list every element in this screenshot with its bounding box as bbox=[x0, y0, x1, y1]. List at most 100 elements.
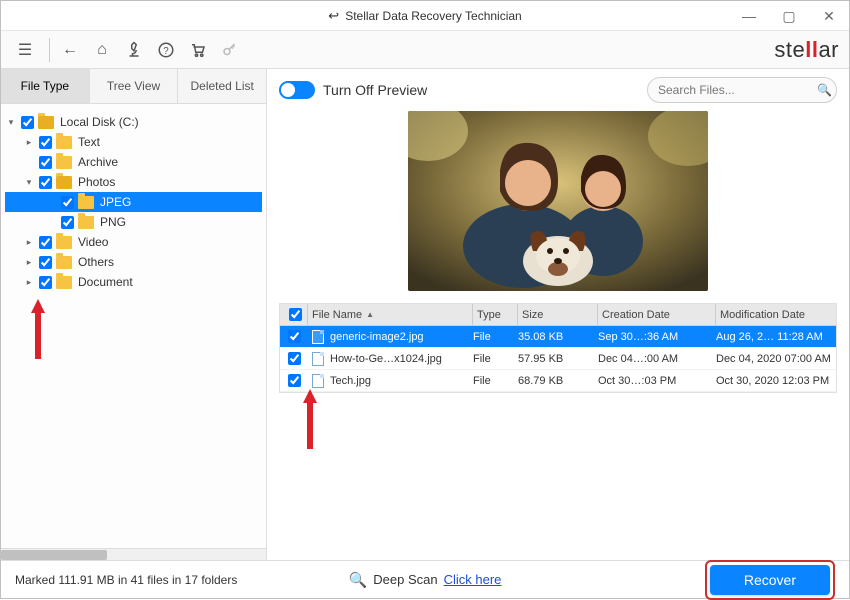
horizontal-scrollbar[interactable] bbox=[1, 548, 266, 560]
footer: Marked 111.91 MB in 41 files in 17 folde… bbox=[1, 560, 849, 598]
tree-item-jpeg[interactable]: JPEG bbox=[5, 192, 262, 212]
tree-checkbox[interactable] bbox=[61, 216, 74, 229]
app-title: ↩Stellar Data Recovery Technician bbox=[328, 8, 521, 24]
file-checkbox[interactable] bbox=[288, 352, 301, 365]
expand-icon[interactable]: ▸ bbox=[23, 257, 35, 268]
search-field[interactable]: 🔍 bbox=[647, 77, 837, 103]
tree-item-png[interactable]: PNG bbox=[5, 212, 262, 232]
tree-item-photos[interactable]: ▾Photos bbox=[5, 172, 262, 192]
tree-label: Video bbox=[78, 235, 108, 249]
tree-label: Others bbox=[78, 255, 114, 269]
minimize-button[interactable]: — bbox=[729, 1, 769, 31]
header-modification-date[interactable]: Modification Date bbox=[716, 304, 836, 325]
folder-icon bbox=[56, 276, 72, 289]
tree-label: Archive bbox=[78, 155, 118, 169]
tree-item-document[interactable]: ▸ Document bbox=[5, 272, 262, 292]
folder-icon bbox=[56, 136, 72, 149]
separator bbox=[49, 38, 50, 62]
preview-pane bbox=[279, 111, 837, 291]
file-name: generic-image2.jpg bbox=[330, 331, 424, 343]
tree-checkbox[interactable] bbox=[39, 236, 52, 249]
expand-icon[interactable]: ▾ bbox=[5, 117, 17, 128]
file-row[interactable]: generic-image2.jpg File35.08 KBSep 30…:36… bbox=[280, 326, 836, 348]
back-button[interactable]: ← bbox=[56, 36, 84, 64]
file-size: 57.95 KB bbox=[518, 353, 598, 365]
right-panel: Turn Off Preview 🔍 bbox=[267, 69, 849, 560]
tree-checkbox[interactable] bbox=[21, 116, 34, 129]
file-size: 68.79 KB bbox=[518, 375, 598, 387]
folder-icon bbox=[56, 176, 72, 189]
left-tabs: File Type Tree View Deleted List bbox=[1, 69, 266, 104]
toolbar: ☰ ← ⌂ ? stellar bbox=[1, 31, 849, 69]
file-checkbox[interactable] bbox=[288, 330, 301, 343]
brand-logo: stellar bbox=[774, 37, 839, 63]
header-name[interactable]: File Name▲ bbox=[308, 304, 473, 325]
preview-toggle[interactable] bbox=[279, 81, 315, 99]
file-creation-date: Oct 30…:03 PM bbox=[598, 375, 716, 387]
deep-scan-label: Deep Scan bbox=[373, 572, 437, 587]
close-button[interactable]: ✕ bbox=[809, 1, 849, 31]
tree-item-others[interactable]: ▸ Others bbox=[5, 252, 262, 272]
file-type: File bbox=[473, 331, 518, 343]
microscope-icon[interactable] bbox=[120, 36, 148, 64]
tree-item-text[interactable]: ▸ Text bbox=[5, 132, 262, 152]
file-row[interactable]: How-to-Ge…x1024.jpgFile57.95 KBDec 04…:0… bbox=[280, 348, 836, 370]
tree-checkbox[interactable] bbox=[39, 176, 52, 189]
file-icon bbox=[312, 352, 324, 366]
file-modification-date: Dec 04, 2020 07:00 AM bbox=[716, 353, 836, 365]
menu-icon[interactable]: ☰ bbox=[11, 36, 39, 64]
tab-deleted-list[interactable]: Deleted List bbox=[178, 69, 266, 103]
header-size[interactable]: Size bbox=[518, 304, 598, 325]
file-name: How-to-Ge…x1024.jpg bbox=[330, 353, 442, 365]
expand-icon[interactable]: ▸ bbox=[23, 237, 35, 248]
deep-scan-link[interactable]: Click here bbox=[444, 572, 502, 587]
maximize-button[interactable]: ▢ bbox=[769, 1, 809, 31]
file-modification-date: Oct 30, 2020 12:03 PM bbox=[716, 375, 836, 387]
home-icon[interactable]: ⌂ bbox=[88, 36, 116, 64]
tree-item-video[interactable]: ▸ Video bbox=[5, 232, 262, 252]
file-row[interactable]: Tech.jpg File68.79 KBOct 30…:03 PMOct 30,… bbox=[280, 370, 836, 392]
tree-checkbox[interactable] bbox=[39, 276, 52, 289]
preview-image bbox=[408, 111, 708, 291]
tree-label: Text bbox=[78, 135, 100, 149]
search-icon: 🔍 bbox=[817, 83, 832, 97]
svg-text:?: ? bbox=[163, 45, 169, 56]
file-icon bbox=[312, 330, 324, 344]
expand-icon[interactable]: ▸ bbox=[23, 277, 35, 288]
file-type: File bbox=[473, 375, 518, 387]
tree-checkbox[interactable] bbox=[39, 156, 52, 169]
recover-button[interactable]: Recover bbox=[710, 565, 830, 595]
help-icon[interactable]: ? bbox=[152, 36, 180, 64]
folder-tree: ▾Local Disk (C:) ▸ Text Archive ▾Photos JPEG P… bbox=[1, 104, 266, 548]
status-text: Marked 111.91 MB in 41 files in 17 folde… bbox=[15, 573, 237, 587]
file-table: File Name▲ Type Size Creation Date Modif… bbox=[279, 303, 837, 393]
tree-item-archive[interactable]: Archive bbox=[5, 152, 262, 172]
tree-checkbox[interactable] bbox=[39, 136, 52, 149]
folder-icon bbox=[56, 256, 72, 269]
file-size: 35.08 KB bbox=[518, 331, 598, 343]
tree-label: JPEG bbox=[100, 195, 131, 209]
recover-highlight: Recover bbox=[705, 560, 835, 600]
tree-checkbox[interactable] bbox=[61, 196, 74, 209]
folder-icon bbox=[56, 236, 72, 249]
expand-icon[interactable]: ▸ bbox=[23, 137, 35, 148]
tab-file-type[interactable]: File Type bbox=[1, 69, 90, 103]
tab-tree-view[interactable]: Tree View bbox=[90, 69, 179, 103]
annotation-arrow bbox=[303, 389, 317, 449]
header-creation-date[interactable]: Creation Date bbox=[598, 304, 716, 325]
left-panel: File Type Tree View Deleted List ▾Local … bbox=[1, 69, 267, 560]
select-all-checkbox[interactable] bbox=[289, 308, 302, 321]
header-type[interactable]: Type bbox=[473, 304, 518, 325]
tree-label: Document bbox=[78, 275, 133, 289]
key-icon[interactable] bbox=[216, 36, 244, 64]
cart-icon[interactable] bbox=[184, 36, 212, 64]
file-creation-date: Sep 30…:36 AM bbox=[598, 331, 716, 343]
tree-checkbox[interactable] bbox=[39, 256, 52, 269]
file-type: File bbox=[473, 353, 518, 365]
expand-icon[interactable]: ▾ bbox=[23, 177, 35, 188]
file-name: Tech.jpg bbox=[330, 375, 371, 387]
tree-item-c[interactable]: ▾Local Disk (C:) bbox=[5, 112, 262, 132]
search-input[interactable] bbox=[658, 83, 813, 97]
sort-asc-icon: ▲ bbox=[366, 310, 374, 319]
file-checkbox[interactable] bbox=[288, 374, 301, 387]
